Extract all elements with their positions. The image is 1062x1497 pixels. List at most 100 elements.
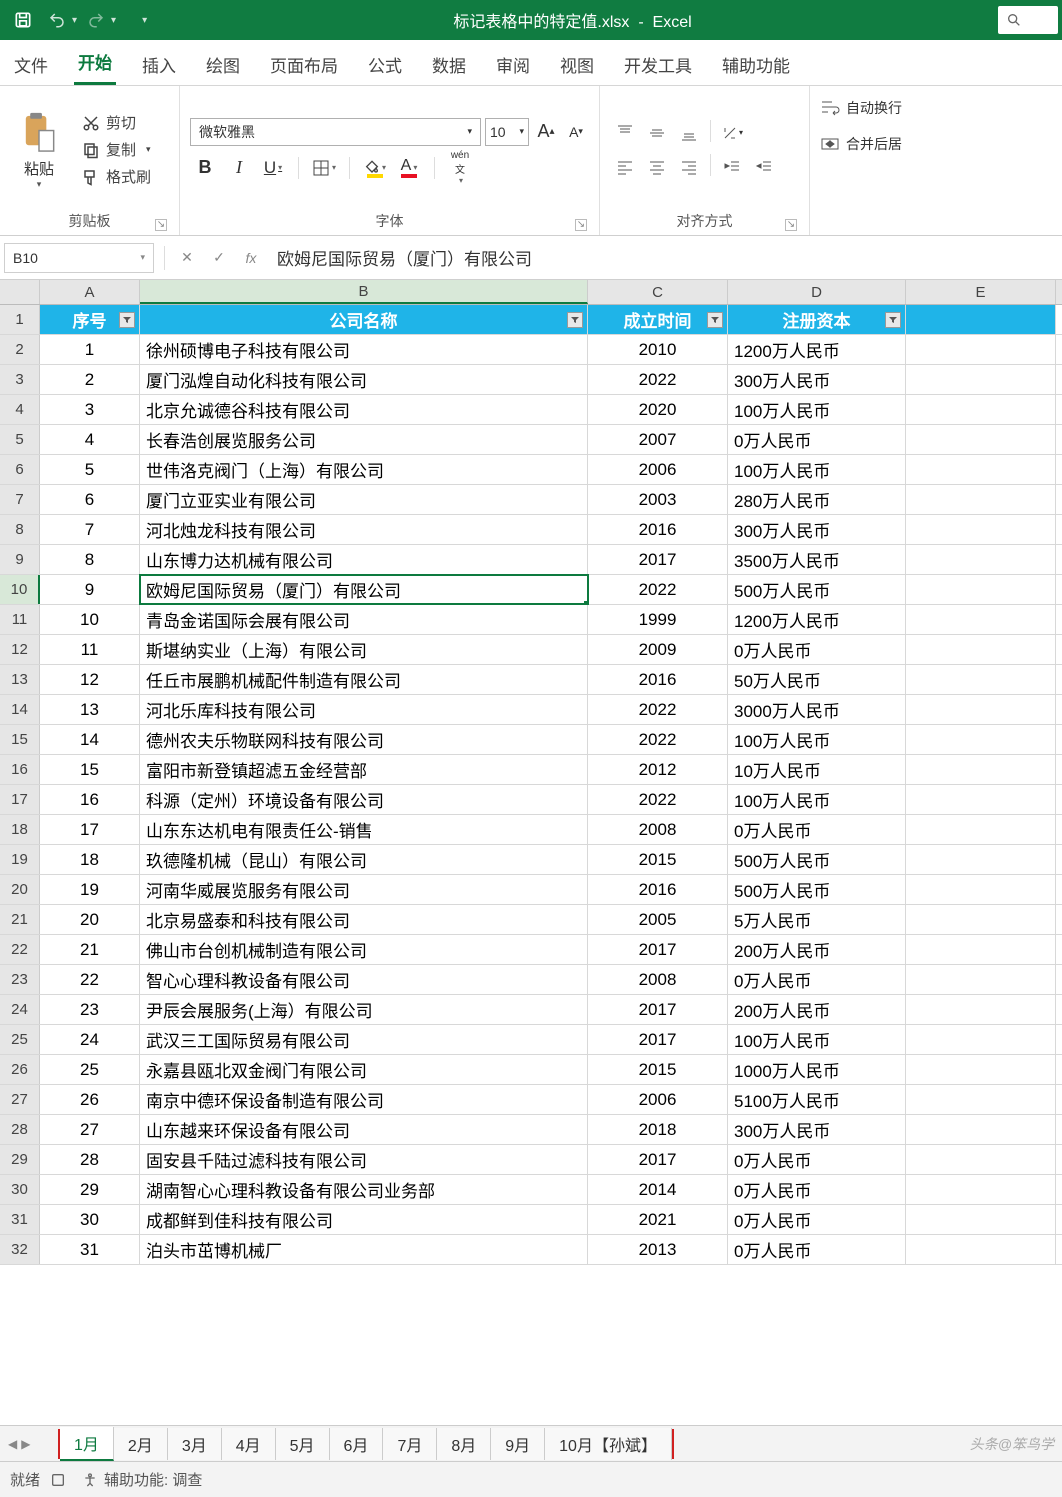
cell[interactable] [906, 1145, 1056, 1174]
filter-button[interactable] [885, 312, 901, 328]
filter-button[interactable] [567, 312, 583, 328]
cell[interactable]: 2015 [588, 845, 728, 874]
cell[interactable] [906, 665, 1056, 694]
phonetic-guide-button[interactable]: wén文▾ [445, 154, 475, 182]
row-header[interactable]: 30 [0, 1175, 40, 1204]
sheet-tab[interactable]: 9月 [491, 1428, 545, 1460]
align-bottom-button[interactable] [674, 120, 704, 146]
row-header[interactable]: 14 [0, 695, 40, 724]
cell[interactable]: 22 [40, 965, 140, 994]
cell[interactable]: 湖南智心心理科教设备有限公司业务部 [140, 1175, 588, 1204]
cell[interactable]: 3000万人民币 [728, 695, 906, 724]
row-header[interactable]: 23 [0, 965, 40, 994]
save-button[interactable] [8, 5, 38, 35]
cell[interactable]: 玖德隆机械（昆山）有限公司 [140, 845, 588, 874]
cell[interactable]: 6 [40, 485, 140, 514]
cell[interactable] [906, 905, 1056, 934]
cell[interactable] [906, 935, 1056, 964]
cell[interactable]: 500万人民币 [728, 575, 906, 604]
decrease-font-size-button[interactable]: A▾ [563, 119, 589, 145]
row-header[interactable]: 18 [0, 815, 40, 844]
cell[interactable]: 2010 [588, 335, 728, 364]
cell[interactable] [906, 875, 1056, 904]
align-middle-button[interactable] [642, 120, 672, 146]
select-all-button[interactable] [0, 280, 40, 304]
cell[interactable]: 29 [40, 1175, 140, 1204]
cell[interactable] [906, 635, 1056, 664]
cell[interactable]: 2021 [588, 1205, 728, 1234]
bold-button[interactable]: B [190, 154, 220, 182]
cell[interactable]: 斯堪纳实业（上海）有限公司 [140, 635, 588, 664]
underline-button[interactable]: U▾ [258, 154, 288, 182]
format-painter-button[interactable]: 格式刷 [82, 166, 151, 187]
cell[interactable]: 2007 [588, 425, 728, 454]
align-center-button[interactable] [642, 154, 672, 180]
cell[interactable]: 山东越来环保设备有限公司 [140, 1115, 588, 1144]
cell[interactable]: 0万人民币 [728, 425, 906, 454]
cell[interactable]: 1999 [588, 605, 728, 634]
cell[interactable]: 智心心理科教设备有限公司 [140, 965, 588, 994]
align-right-button[interactable] [674, 154, 704, 180]
cell[interactable] [906, 1235, 1056, 1264]
row-header[interactable]: 10 [0, 575, 40, 604]
cell[interactable]: 5 [40, 455, 140, 484]
cell[interactable]: 固安县千陆过滤科技有限公司 [140, 1145, 588, 1174]
cell[interactable] [906, 725, 1056, 754]
cell[interactable] [906, 395, 1056, 424]
row-header[interactable]: 1 [0, 305, 40, 334]
cell[interactable]: 24 [40, 1025, 140, 1054]
cell[interactable]: 5100万人民币 [728, 1085, 906, 1114]
tab-help[interactable]: 辅助功能 [718, 44, 794, 85]
cell[interactable]: 2008 [588, 815, 728, 844]
cell[interactable]: 11 [40, 635, 140, 664]
cell[interactable]: 23 [40, 995, 140, 1024]
cell[interactable]: 50万人民币 [728, 665, 906, 694]
cell[interactable]: 2022 [588, 365, 728, 394]
header-cell[interactable]: 成立时间 [588, 305, 728, 334]
tab-pagelayout[interactable]: 页面布局 [266, 44, 342, 85]
row-header[interactable]: 16 [0, 755, 40, 784]
cell[interactable]: 北京允诚德谷科技有限公司 [140, 395, 588, 424]
cell[interactable]: 9 [40, 575, 140, 604]
sheet-next-button[interactable]: ▶ [21, 1437, 30, 1451]
column-header[interactable]: A [40, 280, 140, 304]
tab-draw[interactable]: 绘图 [202, 44, 244, 85]
search-box[interactable] [998, 6, 1058, 34]
cell[interactable]: 100万人民币 [728, 785, 906, 814]
cell[interactable] [906, 1085, 1056, 1114]
cell[interactable]: 2022 [588, 725, 728, 754]
cell[interactable]: 德州农夫乐物联网科技有限公司 [140, 725, 588, 754]
cell[interactable]: 100万人民币 [728, 1025, 906, 1054]
cell[interactable] [906, 365, 1056, 394]
row-header[interactable]: 11 [0, 605, 40, 634]
cell[interactable]: 2016 [588, 665, 728, 694]
cell[interactable]: 200万人民币 [728, 995, 906, 1024]
cell[interactable] [906, 455, 1056, 484]
cell[interactable]: 13 [40, 695, 140, 724]
row-header[interactable]: 6 [0, 455, 40, 484]
cell[interactable]: 100万人民币 [728, 725, 906, 754]
cell[interactable]: 富阳市新登镇超滤五金经营部 [140, 755, 588, 784]
row-header[interactable]: 22 [0, 935, 40, 964]
cell[interactable]: 18 [40, 845, 140, 874]
cell[interactable] [906, 545, 1056, 574]
cell[interactable]: 青岛金诺国际会展有限公司 [140, 605, 588, 634]
cell[interactable]: 厦门泓煌自动化科技有限公司 [140, 365, 588, 394]
cell[interactable]: 500万人民币 [728, 875, 906, 904]
cut-button[interactable]: 剪切 [82, 112, 151, 133]
cell[interactable]: 2016 [588, 515, 728, 544]
increase-font-size-button[interactable]: A▴ [533, 119, 559, 145]
cell[interactable]: 100万人民币 [728, 395, 906, 424]
cell[interactable]: 25 [40, 1055, 140, 1084]
cell[interactable]: 2003 [588, 485, 728, 514]
cell[interactable]: 4 [40, 425, 140, 454]
cell[interactable]: 2022 [588, 785, 728, 814]
cell[interactable]: 任丘市展鹏机械配件制造有限公司 [140, 665, 588, 694]
font-launcher[interactable]: ↘ [575, 219, 587, 231]
cell[interactable]: 300万人民币 [728, 1115, 906, 1144]
cell[interactable] [906, 965, 1056, 994]
cell[interactable]: 厦门立亚实业有限公司 [140, 485, 588, 514]
sheet-tab[interactable]: 1月 [60, 1427, 114, 1461]
column-header[interactable]: E [906, 280, 1056, 304]
cell[interactable]: 河北烛龙科技有限公司 [140, 515, 588, 544]
